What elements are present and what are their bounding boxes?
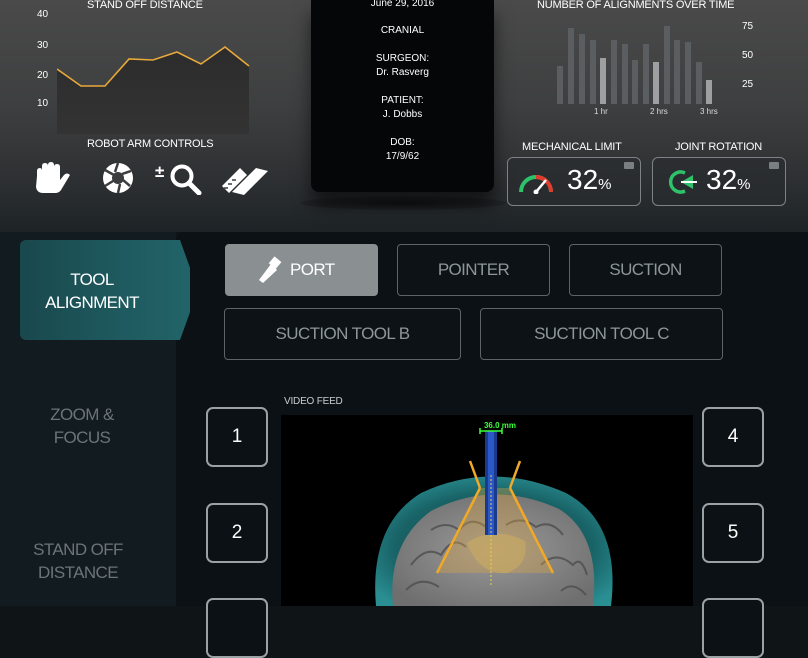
nav-tool-alignment-label: TOOL ALIGNMENT: [45, 270, 139, 312]
gauge-icon: [519, 175, 553, 194]
alignment-bar: [696, 62, 702, 104]
surgeon-name: Dr. Rasverg: [376, 67, 429, 78]
zoom-plus-minus-icon[interactable]: ±: [155, 161, 203, 195]
svg-text:±: ±: [155, 162, 164, 181]
alignment-bar: [653, 62, 659, 104]
alignment-bar: [600, 58, 606, 104]
measurement-label: 36.0 mm: [484, 421, 516, 430]
standoff-chart-title: STAND OFF DISTANCE: [87, 0, 203, 11]
alignment-bar: [557, 66, 563, 104]
alignment-bar: [685, 42, 691, 104]
dob-label: DOB:: [390, 137, 415, 148]
joint-rotation-label: JOINT ROTATION: [675, 141, 763, 153]
port-tool-button[interactable]: PORT: [225, 244, 378, 296]
brain-scan-image: 36.0 mm: [375, 421, 613, 606]
alignment-bar: [579, 34, 585, 104]
surgeon-label: SURGEON:: [375, 53, 430, 64]
mechanical-limit-value: 32%: [567, 164, 612, 195]
joint-rotation-card[interactable]: 32%: [652, 157, 786, 206]
aperture-icon[interactable]: [102, 162, 134, 194]
preset-button-partial[interactable]: [206, 598, 268, 658]
mechanical-limit-card[interactable]: 32%: [507, 157, 641, 206]
robot-controls-title: ROBOT ARM CONTROLS: [87, 138, 214, 150]
mechanical-limit-label: MECHANICAL LIMIT: [522, 141, 622, 153]
case-date: June 29, 2016: [370, 0, 435, 9]
dob-value: 17/9/62: [385, 151, 420, 162]
preset-button-partial[interactable]: [702, 598, 764, 658]
preset-button-1[interactable]: 1: [206, 407, 268, 467]
suction-tool-b-button[interactable]: SUCTION TOOL B: [224, 308, 461, 360]
preset-button-5[interactable]: 5: [702, 503, 764, 563]
ruler-pencil-icon[interactable]: [220, 164, 270, 196]
alignment-bar: [664, 26, 670, 104]
alignment-bar: [706, 80, 712, 104]
alignment-bar: [611, 40, 617, 104]
alignment-bar: [622, 44, 628, 104]
joint-rotation-value: 32%: [706, 164, 751, 195]
standoff-ytick: 40: [37, 9, 49, 20]
alignment-bar: [674, 40, 680, 104]
video-feed-label: VIDEO FEED: [284, 396, 343, 407]
alignments-xtick: 1 hr: [594, 107, 608, 116]
standoff-ytick: 30: [37, 40, 49, 51]
case-procedure: CRANIAL: [380, 25, 425, 36]
alignments-chart-title: NUMBER OF ALIGNMENTS OVER TIME: [537, 0, 735, 11]
port-tool-icon: [259, 256, 282, 283]
case-info-panel: June 29, 2016 CRANIAL SURGEON: Dr. Rasve…: [311, 0, 494, 192]
nav-stand-off-distance[interactable]: STAND OFF DISTANCE: [20, 538, 136, 584]
alignment-bar: [568, 28, 574, 104]
standoff-line-chart: [57, 46, 250, 134]
alignment-bar: [590, 40, 596, 104]
alignment-bar: [643, 44, 649, 104]
alignments-xtick: 3 hrs: [700, 107, 718, 116]
standoff-ytick: 20: [37, 70, 49, 81]
pointer-tool-button[interactable]: POINTER: [397, 244, 550, 296]
alignments-ytick: 50: [742, 50, 754, 61]
preset-button-2[interactable]: 2: [206, 503, 268, 563]
patient-label: PATIENT:: [381, 95, 424, 106]
patient-name: J. Dobbs: [382, 109, 423, 120]
preset-button-4[interactable]: 4: [702, 407, 764, 467]
alignments-ytick: 25: [742, 79, 754, 90]
alignment-bar: [632, 60, 638, 104]
alignments-ytick: 75: [742, 21, 754, 32]
hand-icon[interactable]: [31, 162, 73, 194]
suction-tool-button[interactable]: SUCTION: [569, 244, 722, 296]
standoff-ytick: 10: [37, 98, 49, 109]
alignments-xtick: 2 hrs: [650, 107, 668, 116]
rotation-icon: [668, 170, 697, 194]
alignments-bar-chart: [557, 26, 712, 104]
nav-zoom-focus[interactable]: ZOOM & FOCUS: [24, 403, 140, 449]
panel-shadow: [300, 196, 506, 210]
video-feed[interactable]: 36.0 mm: [281, 415, 693, 606]
comment-icon[interactable]: [624, 162, 634, 169]
suction-tool-c-button[interactable]: SUCTION TOOL C: [480, 308, 723, 360]
comment-icon[interactable]: [769, 162, 779, 169]
